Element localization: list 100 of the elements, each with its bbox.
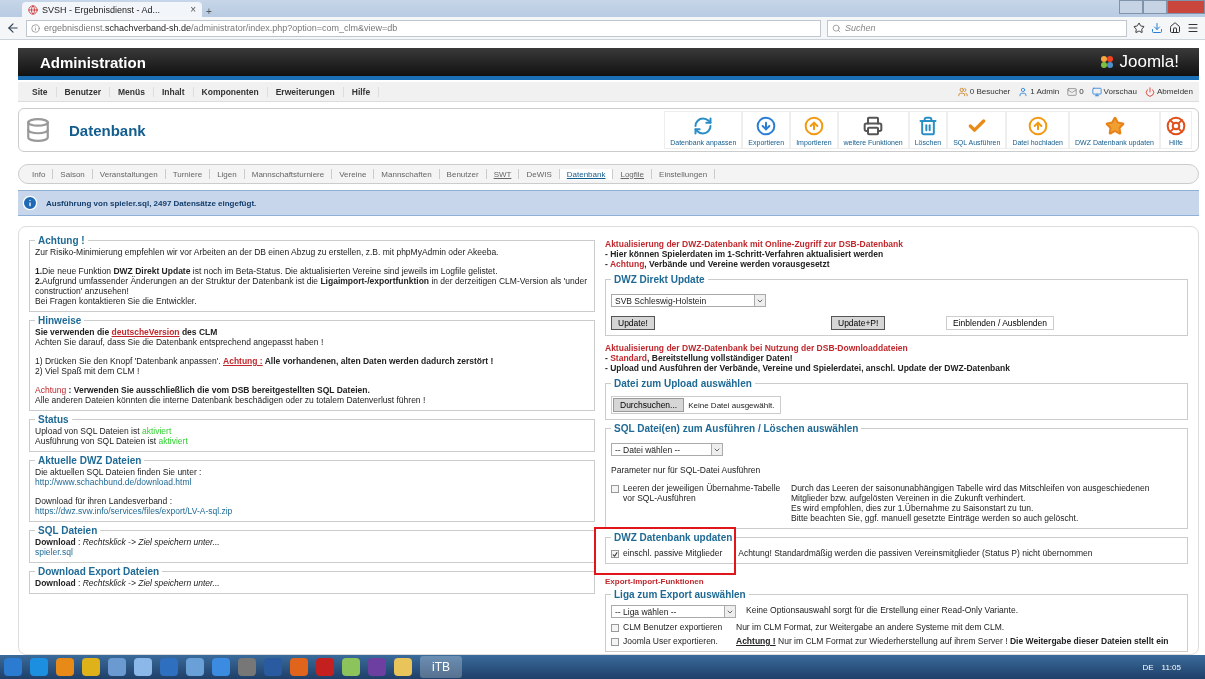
checkbox[interactable] xyxy=(611,485,619,493)
caret-icon xyxy=(711,444,722,455)
taskbar-app-icon[interactable] xyxy=(82,658,100,676)
text-line: Ausführung von SQL Dateien ist aktiviert xyxy=(35,436,189,446)
text-line: Sie verwenden die deutscheVersion des CLM xyxy=(35,327,219,337)
checkbox-option[interactable]: Joomla User exportieren. xyxy=(611,636,736,646)
file-input[interactable]: Durchsuchen... Keine Datei ausgewählt. xyxy=(611,396,781,414)
help-icon xyxy=(1166,116,1186,136)
nav-tab[interactable]: Turniere xyxy=(165,168,210,180)
dropdown[interactable]: -- Liga wählen -- xyxy=(611,605,736,618)
back-icon[interactable] xyxy=(6,21,20,35)
nav-tab[interactable]: Logfile xyxy=(613,168,652,180)
menu-item[interactable]: Benutzer xyxy=(56,86,110,97)
taskbar-app-icon[interactable] xyxy=(4,658,22,676)
text-line: 2.Aufgrund umfassender Änderungen an der Struktur der Datenbank ist die Ligaimport-/exportfunktion in der derzeitigen CLM-Version als 'under construction' anzusehen! xyxy=(35,276,589,296)
search-field[interactable]: Suchen xyxy=(827,19,1127,37)
nav-tab[interactable]: Veranstaltungen xyxy=(92,168,165,180)
nav-tab[interactable]: Mannschaften xyxy=(374,168,439,180)
nav-tab[interactable]: Saison xyxy=(53,168,92,180)
checkbox-option[interactable]: CLM Benutzer exportieren xyxy=(611,622,736,632)
menu-item[interactable]: Inhalt xyxy=(153,86,194,97)
new-tab[interactable]: + xyxy=(206,6,212,17)
browse-button[interactable]: Durchsuchen... xyxy=(613,398,685,412)
action-button[interactable]: Einblenden / Ausblenden xyxy=(946,316,1055,330)
action-button[interactable]: Update+P! xyxy=(831,316,886,330)
taskbar-app-icon[interactable] xyxy=(30,658,48,676)
nav-tab[interactable]: Mannschaftsturniere xyxy=(244,168,332,180)
text-line: Upload von SQL Dateien ist aktiviert xyxy=(35,426,173,436)
nav-tab[interactable]: Einstellungen xyxy=(652,168,715,180)
nav-tab[interactable]: DeWIS xyxy=(519,168,559,180)
menu-item[interactable]: Erweiterungen xyxy=(267,86,344,97)
text-line: Download : Rechtsklick -> Ziel speichern unter... xyxy=(35,537,221,547)
nav-tab[interactable]: Benutzer xyxy=(439,168,486,180)
taskbar-app-icon[interactable] xyxy=(212,658,230,676)
taskbar-app-icon[interactable] xyxy=(316,658,334,676)
taskbar-app[interactable]: iTB xyxy=(420,656,462,678)
file-status: Keine Datei ausgewählt. xyxy=(688,400,775,410)
search-icon xyxy=(832,23,841,33)
menu-icon[interactable] xyxy=(1187,22,1199,34)
text-line: Parameter nur für SQL-Datei Ausführen xyxy=(611,465,762,475)
nav-tab[interactable]: Vereine xyxy=(332,168,374,180)
checkbox-option[interactable]: einschl. passive Mitglieder xyxy=(611,548,723,558)
taskbar-app-icon[interactable] xyxy=(290,658,308,676)
link[interactable]: Achtung : xyxy=(223,356,263,366)
status-link[interactable]: 1 Admin xyxy=(1030,87,1060,96)
taskbar-app-icon[interactable] xyxy=(186,658,204,676)
nav-tab[interactable]: Ligen xyxy=(210,168,244,180)
dropdown[interactable]: -- Datei wählen -- xyxy=(611,443,723,456)
section-title: Liga zum Export auswählen xyxy=(613,589,747,600)
checkbox-option[interactable]: Leeren der jeweiligen Übernahme-Tabelle vor SQL-Ausführen xyxy=(611,483,791,503)
bookmark-icon[interactable] xyxy=(1133,22,1145,34)
status-link[interactable]: Abmelden xyxy=(1156,87,1193,96)
taskbar-app-icon[interactable] xyxy=(134,658,152,676)
close-button[interactable] xyxy=(1167,0,1205,14)
user-icon xyxy=(1018,86,1029,97)
menu-item[interactable]: Site xyxy=(24,86,57,97)
text-line: Keine Optionsauswahl sorgt für die Erstellung einer Read-Only Variante. xyxy=(746,605,1019,615)
menu-item[interactable]: Komponenten xyxy=(193,86,268,97)
status-link[interactable]: 0 xyxy=(1079,87,1084,96)
nav-tab[interactable]: Datenbank xyxy=(559,168,613,180)
menu-item[interactable]: Hilfe xyxy=(343,86,380,97)
text-line: Zur Risiko-Minimierung empfehlen wir vor Arbeiten an der DB einen Abzug zu erstellen, z.B. mit phpMyAdmin oder Akeeba. xyxy=(35,247,500,257)
monitor-icon xyxy=(1091,86,1102,97)
address-field[interactable]: ergebnisdienst.schachverband-sh.de/administrator/index.php?option=com_clm&view=db xyxy=(26,19,821,37)
minimize-button[interactable] xyxy=(1119,0,1143,14)
checkbox[interactable] xyxy=(611,638,619,646)
upload-icon xyxy=(1027,116,1048,136)
menu-item[interactable]: Menüs xyxy=(109,86,154,97)
action-button[interactable]: Update! xyxy=(611,316,655,330)
link[interactable]: http://www.schachbund.de/download.html xyxy=(35,477,192,487)
browser-tab[interactable]: SVSH - Ergebnisdienst - Ad... × xyxy=(22,2,202,17)
link[interactable]: spieler.sql xyxy=(35,547,73,557)
status-link[interactable]: Vorschau xyxy=(1103,87,1137,96)
link[interactable]: https://dwz.svw.info/services/files/export/LV-A-sql.zip xyxy=(35,506,233,516)
taskbar-app-icon[interactable] xyxy=(342,658,360,676)
taskbar-app-icon[interactable] xyxy=(394,658,412,676)
nav-tab[interactable]: Info xyxy=(25,168,53,180)
language-indicator[interactable]: DE xyxy=(1142,662,1154,672)
tab-close[interactable]: × xyxy=(190,4,196,15)
dropdown[interactable]: SVB Schleswig-Holstein xyxy=(611,294,766,307)
upload-icon xyxy=(803,116,824,136)
home-icon[interactable] xyxy=(1169,22,1181,34)
taskbar-app-icon[interactable] xyxy=(238,658,256,676)
section-title: Hinweise xyxy=(37,315,83,326)
text-line: 2) Viel Spaß mit dem CLM ! xyxy=(35,366,141,376)
taskbar-app-icon[interactable] xyxy=(108,658,126,676)
text-line: Bei Fragen kontaktieren Sie die Entwickler. xyxy=(35,296,198,306)
maximize-button[interactable] xyxy=(1143,0,1167,14)
nav-tab[interactable]: SWT xyxy=(486,168,519,180)
download-icon[interactable] xyxy=(1151,22,1163,34)
checkbox[interactable] xyxy=(611,550,619,558)
section-title: Datei zum Upload auswählen xyxy=(613,378,753,389)
checkbox[interactable] xyxy=(611,624,619,632)
caret-icon xyxy=(724,606,735,617)
text-line: Alle anderen Dateien könnten die interne Datenbank beschädigen oder zu totalem Datenverlust führen ! xyxy=(35,395,427,405)
taskbar-app-icon[interactable] xyxy=(56,658,74,676)
text-line: Mitglieder bzw. aufgelösten Vereinen in die Zukunft verhindert. xyxy=(791,493,1027,503)
clock[interactable]: 11:05 xyxy=(1161,662,1181,672)
status-link[interactable]: 0 Besucher xyxy=(969,87,1011,96)
link[interactable]: deutscheVersion xyxy=(111,327,180,337)
